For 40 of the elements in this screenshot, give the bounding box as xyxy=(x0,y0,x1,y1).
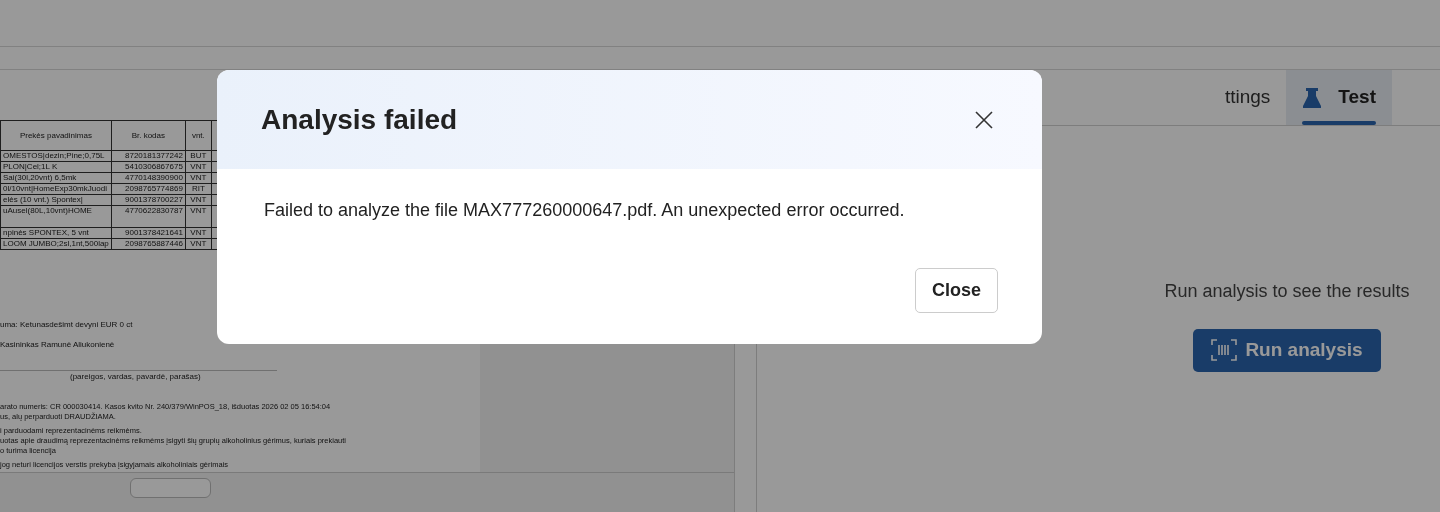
table-cell: 8720181377242 xyxy=(111,150,186,162)
table-cell: 4770148390900 xyxy=(111,172,186,184)
table-cell: uAusel(80L,10vnt)HOME xyxy=(0,205,112,228)
table-cell: BUT xyxy=(185,150,212,162)
close-button[interactable]: Close xyxy=(914,268,998,313)
sum-text: uma: Ketunasdešimt devyni EUR 0 ct xyxy=(0,320,134,330)
dialog-title: Analysis failed xyxy=(261,102,458,137)
table-cell: VNT xyxy=(185,238,212,250)
table-cell: VNT xyxy=(185,172,212,184)
table-cell: 2098765887446 xyxy=(111,238,186,250)
table-cell: VNT xyxy=(185,205,212,228)
table-cell: elės (10 vnt.) Spontex| xyxy=(0,194,112,206)
table-cell: 0l/10vnt|HomeExp30mkJuodi xyxy=(0,183,112,195)
table-cell: 5410306867675 xyxy=(111,161,186,173)
table-cell: VNT xyxy=(185,161,212,173)
signature-caption: (pareigos, vardas, pavardė, parašas) xyxy=(69,372,202,382)
table-cell: 4770622830787 xyxy=(111,205,186,228)
close-icon xyxy=(974,110,994,131)
flask-icon xyxy=(1302,86,1323,109)
cashier-text: Kasininkas Ramunė Aliukonienė xyxy=(0,340,116,350)
results-hint: Run analysis to see the results xyxy=(1164,280,1410,303)
error-message: Failed to analyze the file MAX777260000647.pdf. An unexpected error occurred. xyxy=(263,199,906,222)
table-cell: Sai(30l,20vnt) 6,5mk xyxy=(0,172,112,184)
table-cell: OMESTOS|dezin;Pine;0,75L xyxy=(0,150,112,162)
column-header: vnt. xyxy=(185,120,212,151)
barcode-scan-icon xyxy=(1211,339,1238,362)
table-cell: 9001378421641 xyxy=(111,227,186,239)
table-cell: 2098765774869 xyxy=(111,183,186,195)
tab[interactable]: Test xyxy=(1286,70,1392,125)
table-cell: npinės SPONTEX, 5 vnt xyxy=(0,227,112,239)
column-header: Br. kodas xyxy=(111,120,186,151)
table-cell: VNT xyxy=(185,194,212,206)
table-cell: PLON|Cel;1L K xyxy=(0,161,112,173)
table-cell: RIT xyxy=(185,183,212,195)
run-analysis-button[interactable]: Run analysis xyxy=(1193,329,1381,372)
tab[interactable]: ttings xyxy=(1208,70,1287,125)
table-cell: 9001378700227 xyxy=(111,194,186,206)
table-cell: LOOM JUMBO;2sl,1nt,500lap xyxy=(0,238,112,250)
column-header: Prekės pavadinimas xyxy=(0,120,112,151)
table-cell: VNT xyxy=(185,227,212,239)
